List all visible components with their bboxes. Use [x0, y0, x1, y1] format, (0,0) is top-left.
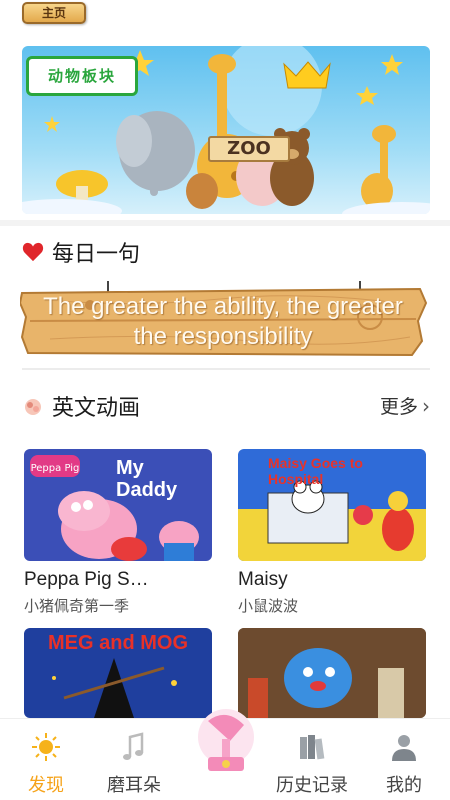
- animation-card[interactable]: MEG and MOG: [24, 628, 212, 718]
- tab-history[interactable]: 历史记录: [272, 719, 352, 800]
- tab-label: 发现: [28, 775, 64, 796]
- tab-label: 历史记录: [276, 775, 348, 796]
- daily-title: 每日一句: [52, 242, 141, 267]
- divider: [0, 220, 450, 226]
- peppa-logo: Peppa Pig: [31, 463, 80, 474]
- card-title: Peppa Pig S…: [24, 569, 149, 590]
- more-link[interactable]: 更多 ›: [380, 392, 430, 419]
- home-tag[interactable]: 主页: [22, 2, 86, 24]
- card-thumbnail: Maisy Goes to Hospital: [238, 449, 426, 561]
- more-label: 更多: [379, 396, 418, 418]
- card-title: Maisy: [238, 569, 288, 590]
- card-art-text: Maisy Goes to Hospital: [268, 455, 363, 487]
- tab-grind-ears[interactable]: 磨耳朵: [94, 719, 174, 800]
- card-thumbnail: [238, 628, 426, 718]
- animation-card[interactable]: Maisy Goes to Hospital Maisy 小鼠波波: [238, 449, 426, 616]
- cartoon-hand-icon: [25, 399, 41, 415]
- divider: [22, 368, 430, 370]
- daily-section-header: 每日一句: [22, 236, 140, 268]
- gramophone-icon: [198, 709, 254, 771]
- music-note-icon: [123, 732, 144, 760]
- user-icon: [392, 735, 416, 761]
- animal-banner[interactable]: 动物板块 ZOO: [22, 46, 430, 214]
- sun-icon: [32, 733, 60, 761]
- zoo-sign: ZOO: [208, 136, 290, 162]
- top-bar: 主页: [0, 0, 450, 28]
- card-thumbnail: MEG and MOG: [24, 628, 212, 718]
- animation-title: 英文动画: [52, 396, 141, 421]
- chevron-right-icon: ›: [422, 393, 430, 418]
- banner-label: 动物板块: [26, 56, 138, 96]
- card-thumbnail: Peppa Pig My Daddy: [24, 449, 212, 561]
- tab-discover[interactable]: 发现: [6, 719, 86, 800]
- daily-quote: The greater the ability, the greater the…: [43, 293, 403, 350]
- heart-icon: [22, 242, 44, 262]
- tab-label: 磨耳朵: [107, 775, 161, 796]
- card-art-text: MEG and MOG: [48, 632, 188, 654]
- card-subtitle: 小鼠波波: [238, 597, 299, 615]
- books-icon: [300, 735, 325, 760]
- tab-mine[interactable]: 我的: [364, 719, 444, 800]
- animation-card[interactable]: [238, 628, 426, 718]
- bottom-tab-bar: 发现 磨耳朵 历史记录 我的: [0, 709, 450, 800]
- card-subtitle: 小猪佩奇第一季: [24, 597, 130, 615]
- tab-label: 我的: [386, 775, 422, 796]
- animation-section-header: 英文动画: [22, 390, 140, 422]
- animation-card[interactable]: Peppa Pig My Daddy Peppa Pig S… 小猪佩奇第一季: [24, 449, 212, 616]
- card-art-text: My Daddy: [116, 457, 178, 501]
- tab-player[interactable]: [186, 701, 266, 783]
